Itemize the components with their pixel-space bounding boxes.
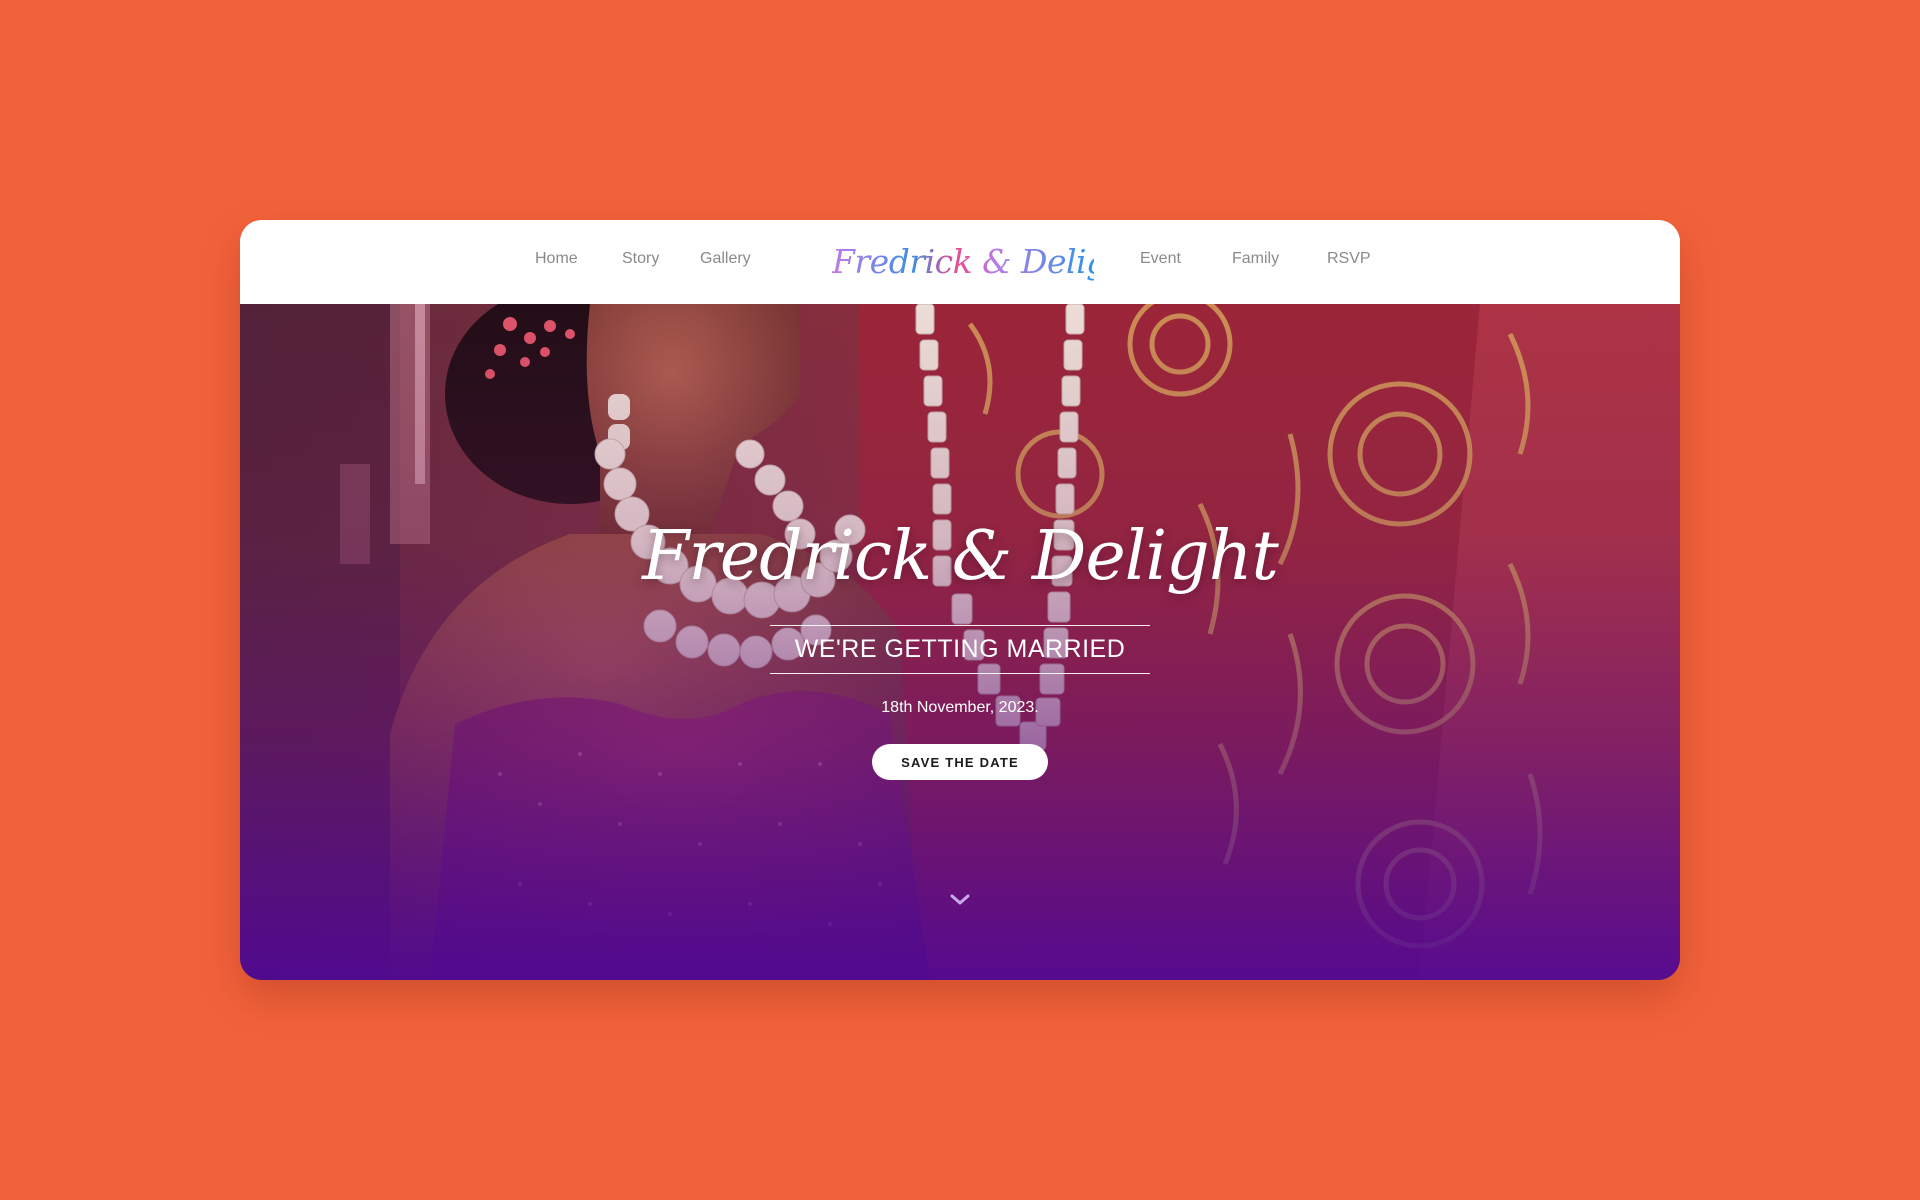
save-the-date-button[interactable]: SAVE THE DATE (872, 744, 1048, 780)
nav-event-link[interactable]: Event (1140, 250, 1181, 268)
top-navigation: Home Story Gallery Fredrick & Delight Ev… (240, 220, 1680, 304)
tagline-top-divider (770, 625, 1150, 626)
nav-home-link[interactable]: Home (535, 250, 578, 268)
tagline-bottom-divider (770, 673, 1150, 674)
hero-section: Fredrick & Delight WE'RE GETTING MARRIED… (240, 304, 1680, 980)
nav-gallery-link[interactable]: Gallery (700, 250, 751, 268)
website-card: Home Story Gallery Fredrick & Delight Ev… (240, 220, 1680, 980)
hero-tagline: WE'RE GETTING MARRIED (794, 635, 1126, 663)
wedding-date: 18th November, 2023. (881, 699, 1039, 716)
brand-logo[interactable]: Fredrick & Delight (832, 234, 1141, 290)
nav-family-link[interactable]: Family (1232, 250, 1279, 268)
nav-story-link[interactable]: Story (622, 250, 659, 268)
chevron-down-icon[interactable] (948, 892, 972, 908)
nav-rsvp-link[interactable]: RSVP (1327, 250, 1371, 268)
hero-title: Fredrick & Delight (642, 517, 1279, 596)
